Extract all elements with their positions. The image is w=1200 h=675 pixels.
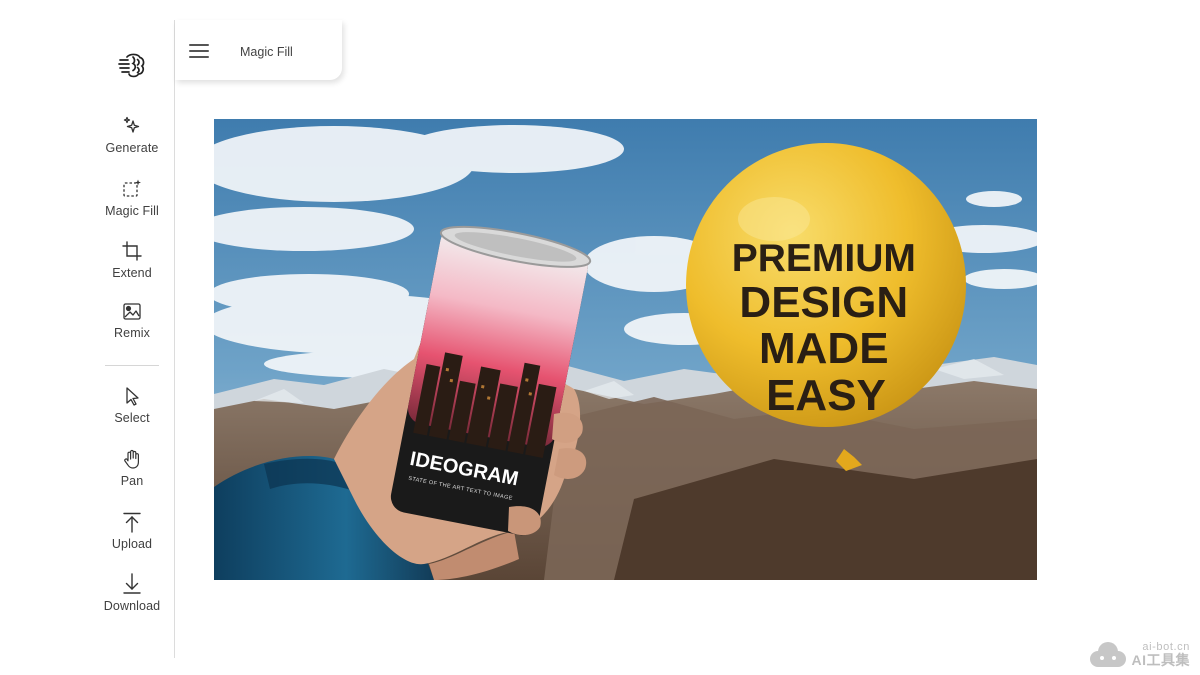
- crop-extend-icon: [122, 241, 142, 261]
- watermark-text: ai-bot.cn AI工具集: [1131, 641, 1191, 669]
- magic-fill-editor: Generate Magic Fill Extend Remix Select …: [0, 0, 1200, 675]
- tool-select[interactable]: Select: [92, 385, 172, 435]
- tool-sidebar: Generate Magic Fill Extend Remix Select …: [88, 20, 175, 658]
- sparkles-icon: [123, 116, 140, 133]
- tool-remix-label: Remix: [114, 326, 150, 340]
- tool-download[interactable]: Download: [92, 573, 172, 623]
- tool-remix[interactable]: Remix: [92, 300, 172, 350]
- tool-pan[interactable]: Pan: [92, 448, 172, 498]
- watermark-brand: AI工具集: [1131, 652, 1190, 669]
- tool-download-label: Download: [103, 599, 161, 613]
- upload-arrow-icon: [123, 512, 141, 533]
- watermark: ai-bot.cn AI工具集: [1088, 641, 1191, 669]
- tool-extend-label: Extend: [112, 266, 152, 280]
- tool-magic-fill-label: Magic Fill: [105, 204, 159, 218]
- balloon-line-3: MADE: [759, 324, 889, 373]
- tool-generate-label: Generate: [105, 141, 159, 155]
- hand-icon: [124, 449, 139, 469]
- ideogram-brain-logo-icon[interactable]: [117, 50, 147, 80]
- hamburger-menu-icon[interactable]: [189, 42, 211, 60]
- cursor-arrow-icon: [126, 387, 139, 406]
- tool-select-label: Select: [114, 411, 150, 425]
- page-title: Magic Fill: [240, 45, 293, 59]
- tool-magic-fill[interactable]: Magic Fill: [92, 178, 172, 228]
- canvas-image: IDEOGRAM STATE OF THE ART TEXT TO IMAGE …: [214, 119, 1037, 580]
- tool-extend[interactable]: Extend: [92, 240, 172, 290]
- cloud-logo-icon: [1089, 642, 1126, 667]
- tool-upload-label: Upload: [111, 537, 153, 551]
- tool-pan-label: Pan: [120, 474, 144, 488]
- balloon-line-4: EASY: [766, 371, 886, 420]
- tool-divider: [105, 365, 159, 366]
- image-remix-icon: [123, 303, 141, 320]
- balloon-line-1: PREMIUM: [732, 237, 916, 280]
- tool-upload[interactable]: Upload: [92, 511, 172, 561]
- image-canvas[interactable]: IDEOGRAM STATE OF THE ART TEXT TO IMAGE …: [214, 119, 1037, 580]
- tool-generate[interactable]: Generate: [92, 115, 172, 165]
- balloon-line-2: DESIGN: [739, 278, 908, 327]
- download-arrow-icon: [123, 573, 141, 594]
- top-header: Magic Fill: [175, 20, 342, 80]
- magic-selection-icon: [123, 179, 141, 197]
